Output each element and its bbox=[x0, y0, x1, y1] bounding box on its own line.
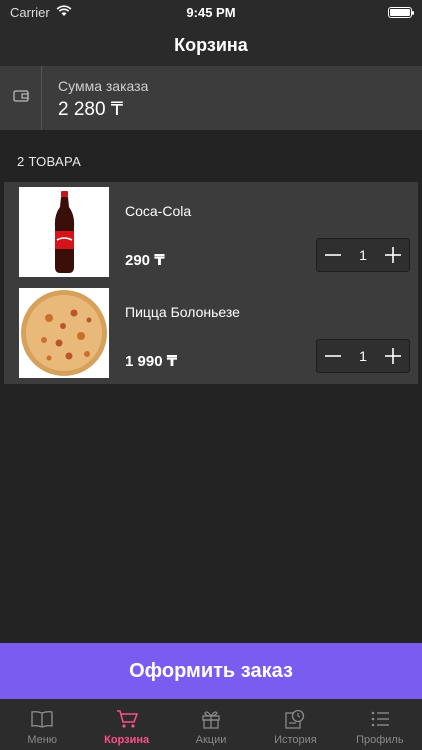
quantity-value: 1 bbox=[359, 247, 367, 263]
tab-menu[interactable]: Меню bbox=[0, 699, 84, 750]
wallet-icon bbox=[12, 89, 29, 108]
minus-icon bbox=[325, 355, 341, 357]
plus-icon bbox=[384, 348, 401, 364]
page-title: Корзина bbox=[174, 34, 248, 55]
book-icon bbox=[30, 708, 54, 730]
product-image-pizza bbox=[19, 288, 109, 378]
order-summary: Сумма заказа 2 280 ₸ bbox=[0, 66, 422, 130]
tab-history[interactable]: История bbox=[253, 699, 337, 750]
tab-bar: Меню Корзина Акции История Профиль bbox=[0, 699, 422, 750]
product-name: Пицца Болоньезе bbox=[125, 304, 240, 320]
cart-item[interactable]: Пицца Болоньезе 1 990 ₸ 1 bbox=[4, 283, 418, 384]
increase-button[interactable] bbox=[381, 243, 405, 267]
items-count: 2 ТОВАРА bbox=[17, 154, 82, 169]
summary-icon-cell bbox=[0, 66, 42, 130]
increase-button[interactable] bbox=[381, 344, 405, 368]
order-total-label: Сумма заказа bbox=[58, 78, 149, 94]
status-bar: Carrier 9:45 PM bbox=[0, 0, 422, 24]
product-image-coca-cola bbox=[19, 187, 109, 277]
product-name: Coca-Cola bbox=[125, 203, 192, 219]
cart-icon bbox=[115, 708, 139, 730]
decrease-button[interactable] bbox=[321, 243, 345, 267]
list-icon bbox=[368, 708, 392, 730]
quantity-stepper: 1 bbox=[316, 339, 410, 373]
order-total-value: 2 280 ₸ bbox=[58, 99, 123, 120]
decrease-button[interactable] bbox=[321, 344, 345, 368]
summary-text: Сумма заказа 2 280 ₸ bbox=[42, 66, 148, 130]
tab-label: Профиль bbox=[356, 734, 404, 746]
tab-promotions[interactable]: Акции bbox=[169, 699, 253, 750]
status-time: 9:45 PM bbox=[186, 4, 236, 20]
gift-icon bbox=[199, 708, 223, 730]
tab-label: Акции bbox=[195, 734, 227, 746]
tab-profile[interactable]: Профиль bbox=[338, 699, 422, 750]
product-price: 1 990 ₸ bbox=[125, 353, 178, 370]
quantity-stepper: 1 bbox=[316, 238, 410, 272]
tab-label: Корзина bbox=[104, 734, 150, 746]
checkout-button[interactable]: Оформить заказ bbox=[0, 643, 422, 699]
battery-icon bbox=[388, 6, 414, 18]
quantity-value: 1 bbox=[359, 348, 367, 364]
history-icon bbox=[283, 708, 307, 730]
product-price: 290 ₸ bbox=[125, 252, 165, 269]
tab-cart[interactable]: Корзина bbox=[84, 699, 168, 750]
tab-label: История bbox=[274, 734, 317, 746]
cart-item[interactable]: Coca-Cola 290 ₸ 1 bbox=[4, 182, 418, 283]
minus-icon bbox=[325, 254, 341, 256]
cart-list: Coca-Cola 290 ₸ 1 Пицца Болоньезе 1 990 … bbox=[4, 182, 418, 384]
tab-label: Меню bbox=[27, 734, 58, 746]
nav-bar: Корзина bbox=[0, 24, 422, 66]
plus-icon bbox=[384, 247, 401, 263]
